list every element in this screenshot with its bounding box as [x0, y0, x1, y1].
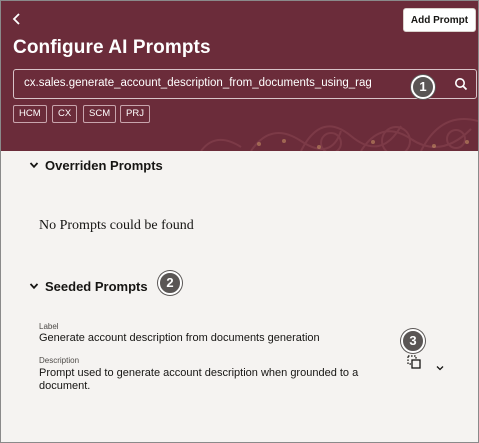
prompt-description-line-1: Prompt used to generate account descript… — [39, 367, 359, 379]
overridden-prompts-header[interactable]: Overriden Prompts — [29, 156, 163, 174]
prompt-description-line-2: document. — [39, 380, 91, 392]
search-input[interactable]: cx.sales.generate_account_description_fr… — [13, 69, 477, 99]
chevron-down-icon — [29, 162, 39, 169]
copy-icon[interactable] — [407, 355, 421, 369]
callout-badge-1: 1 — [411, 75, 435, 99]
app-window: Add Prompt Configure AI Prompts cx.sales… — [0, 0, 479, 443]
label-caption: Label — [39, 322, 59, 331]
search-icon[interactable] — [454, 77, 468, 91]
page-title: Configure AI Prompts — [13, 37, 211, 58]
filter-chip-scm[interactable]: SCM — [83, 105, 117, 123]
empty-prompts-message: No Prompts could be found — [39, 218, 194, 233]
description-caption: Description — [39, 356, 80, 365]
chevron-down-icon[interactable] — [436, 359, 444, 371]
chevron-down-icon — [29, 283, 39, 290]
search-input-value[interactable]: cx.sales.generate_account_description_fr… — [24, 77, 372, 89]
filter-chip-cx[interactable]: CX — [52, 105, 78, 123]
callout-badge-2: 2 — [158, 271, 182, 295]
seeded-prompts-header[interactable]: Seeded Prompts — [29, 277, 148, 295]
filter-chip-prj[interactable]: PRJ — [120, 105, 150, 123]
filter-chip-hcm[interactable]: HCM — [13, 105, 47, 123]
overridden-prompts-title: Overriden Prompts — [45, 157, 163, 173]
page-header: Add Prompt Configure AI Prompts cx.sales… — [1, 1, 478, 151]
back-icon[interactable] — [9, 11, 25, 27]
prompt-label-value: Generate account description from docume… — [39, 332, 320, 344]
callout-badge-3: 3 — [401, 329, 425, 353]
add-prompt-button[interactable]: Add Prompt — [403, 8, 476, 32]
seeded-prompts-title: Seeded Prompts — [45, 278, 148, 294]
